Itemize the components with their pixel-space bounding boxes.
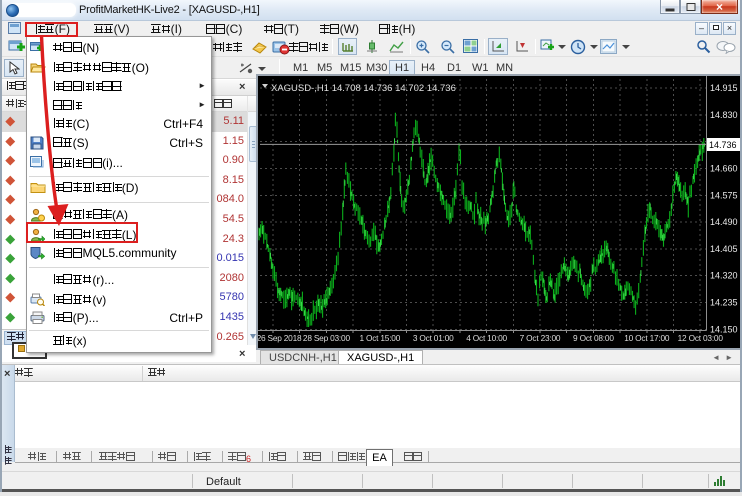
svg-text:26 Sep 2018: 26 Sep 2018 xyxy=(258,333,302,343)
svg-text:14.490: 14.490 xyxy=(710,217,738,227)
svg-text:14.915: 14.915 xyxy=(710,83,738,93)
svg-text:XAGUSD-,H1 14.708 14.736 14.7: XAGUSD-,H1 14.708 14.736 14.702 14.736 xyxy=(271,83,456,94)
svg-text:28 Sep 03:00: 28 Sep 03:00 xyxy=(303,333,351,343)
svg-text:14.235: 14.235 xyxy=(710,298,738,308)
svg-text:14.575: 14.575 xyxy=(710,190,738,200)
svg-text:3 Oct 01:00: 3 Oct 01:00 xyxy=(413,333,454,343)
svg-text:14.830: 14.830 xyxy=(710,110,738,120)
svg-text:12 Oct 03:00: 12 Oct 03:00 xyxy=(678,333,724,343)
svg-text:14.736: 14.736 xyxy=(709,140,737,150)
svg-text:7 Oct 23:00: 7 Oct 23:00 xyxy=(520,333,561,343)
svg-text:14.320: 14.320 xyxy=(710,271,738,281)
svg-text:1 Oct 15:00: 1 Oct 15:00 xyxy=(359,333,400,343)
svg-text:9 Oct 08:00: 9 Oct 08:00 xyxy=(573,333,614,343)
svg-text:10 Oct 17:00: 10 Oct 17:00 xyxy=(624,333,670,343)
svg-text:14.660: 14.660 xyxy=(710,164,738,174)
svg-text:14.405: 14.405 xyxy=(710,244,738,254)
svg-text:4 Oct 10:00: 4 Oct 10:00 xyxy=(466,333,507,343)
